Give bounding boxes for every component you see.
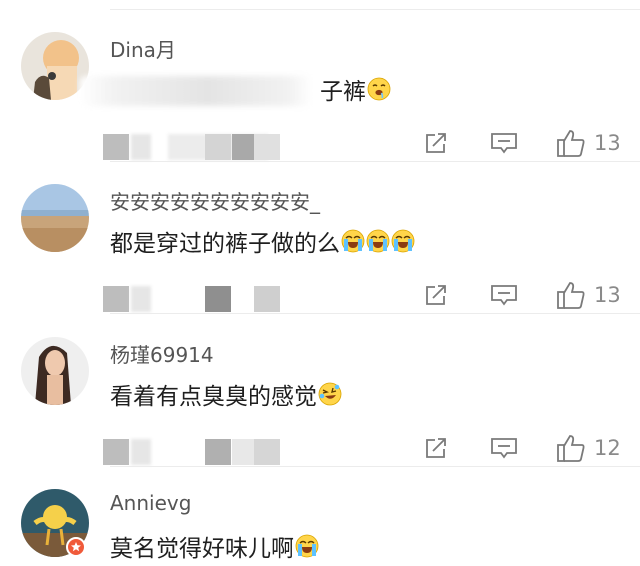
- repost-icon: [426, 133, 446, 153]
- obscured-text: [80, 76, 312, 106]
- laugh-cry-emoji: [318, 382, 342, 406]
- repost-button[interactable]: [424, 431, 448, 465]
- obscured-meta: [205, 134, 231, 160]
- obscured-meta: [205, 286, 231, 312]
- comment-item: 杨瑾69914 看着有点臭臭的感觉 12: [0, 315, 640, 467]
- comment-text: 子裤: [320, 72, 391, 106]
- username[interactable]: 杨瑾69914: [110, 339, 214, 368]
- comment-button[interactable]: [490, 126, 518, 160]
- verified-badge-icon: [66, 537, 86, 557]
- avatar-image: [21, 337, 89, 405]
- comment-text-content: 莫名觉得好味儿啊: [110, 536, 294, 562]
- divider: [110, 313, 640, 314]
- obscured-meta: [254, 134, 280, 160]
- like-button[interactable]: 13: [556, 278, 621, 312]
- obscured-meta: [131, 134, 151, 160]
- obscured-meta: [131, 286, 151, 312]
- like-button[interactable]: 13: [556, 126, 621, 160]
- username[interactable]: Dina月: [110, 34, 176, 63]
- avatar-image: [21, 184, 89, 252]
- comment-item: 安安安安安安安安安安_ 都是穿过的裤子做的么 13: [0, 162, 640, 314]
- comment-text-content: 看着有点臭臭的感觉: [110, 384, 317, 410]
- thumbs-up-icon: [557, 435, 585, 462]
- repost-icon: [426, 285, 446, 305]
- obscured-meta: [103, 286, 129, 312]
- repost-icon: [426, 438, 446, 458]
- obscured-meta: [131, 439, 151, 465]
- like-button[interactable]: 12: [556, 431, 621, 465]
- username[interactable]: 安安安安安安安安安安_: [110, 186, 320, 215]
- thumbs-up-icon: [557, 130, 585, 157]
- comment-item: Dina月 子裤 13: [0, 10, 640, 162]
- crying-emoji: [295, 534, 319, 558]
- obscured-meta: [103, 439, 129, 465]
- repost-button[interactable]: [424, 126, 448, 160]
- repost-button[interactable]: [424, 278, 448, 312]
- crying-emoji: [341, 229, 365, 253]
- obscured-meta: [254, 439, 280, 465]
- avatar-image: [21, 32, 89, 100]
- avatar[interactable]: [21, 337, 89, 405]
- username[interactable]: Annievg: [110, 491, 191, 515]
- avatar[interactable]: [21, 32, 89, 100]
- comment-icon: [491, 285, 517, 306]
- comment-item: Annievg 莫名觉得好味儿啊: [0, 467, 640, 566]
- drool-emoji: [367, 77, 391, 101]
- crying-emoji: [366, 229, 390, 253]
- like-count: 13: [594, 283, 621, 307]
- like-count: 13: [594, 131, 621, 155]
- avatar[interactable]: [21, 184, 89, 252]
- thumbs-up-icon: [557, 282, 585, 309]
- obscured-meta: [103, 134, 129, 160]
- comment-text: 都是穿过的裤子做的么: [110, 224, 415, 258]
- comment-text-content: 都是穿过的裤子做的么: [110, 231, 340, 257]
- comment-icon: [491, 438, 517, 459]
- comment-icon: [491, 133, 517, 154]
- crying-emoji: [391, 229, 415, 253]
- like-count: 12: [594, 436, 621, 460]
- comment-button[interactable]: [490, 278, 518, 312]
- obscured-meta: [254, 286, 280, 312]
- comment-text: 看着有点臭臭的感觉: [110, 377, 342, 411]
- comment-button[interactable]: [490, 431, 518, 465]
- comment-text: 莫名觉得好味儿啊: [110, 529, 319, 563]
- obscured-meta: [205, 439, 231, 465]
- comment-text-content: 子裤: [320, 79, 366, 105]
